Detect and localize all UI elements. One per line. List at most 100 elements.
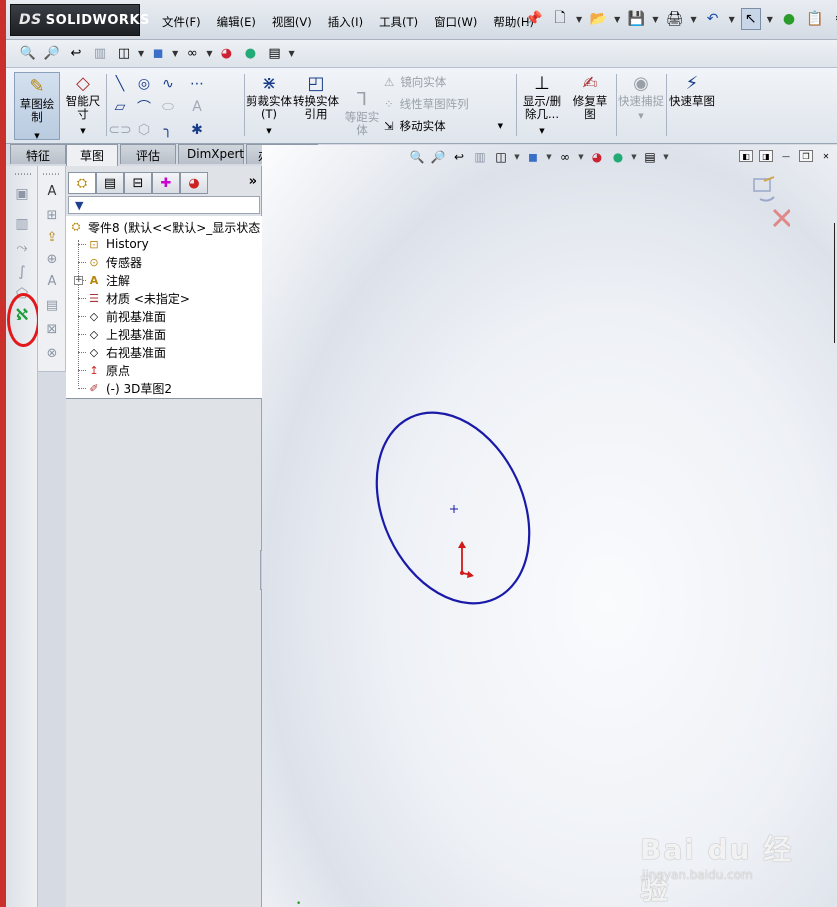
- tab-dimxpert[interactable]: DimXpert: [178, 144, 244, 164]
- linear-pattern-button[interactable]: ⁘ 线性草图阵列: [384, 96, 469, 112]
- chevron-down-icon[interactable]: ▼: [15, 130, 59, 143]
- tree-node-3d-sketch[interactable]: ✐ (-) 3D草图2: [86, 379, 172, 397]
- tree-node-annotations[interactable]: A 注解: [86, 271, 130, 289]
- property-manager-tab-icon[interactable]: ▤: [96, 172, 124, 194]
- curve-icon[interactable]: ∫: [12, 262, 32, 282]
- quick-snaps-button[interactable]: ◉ 快速捕捉 ▼: [618, 72, 664, 123]
- rebuild-block-icon[interactable]: A: [43, 272, 61, 290]
- point-icon[interactable]: ✱: [182, 118, 212, 141]
- move-entities-button[interactable]: ⇲ 移动实体 ▼: [384, 118, 503, 134]
- chevron-down-icon[interactable]: ▼: [288, 49, 294, 58]
- ellipse-icon[interactable]: ⬭: [156, 95, 180, 118]
- smart-dimension-button[interactable]: ◇ 智能尺寸 ▼: [64, 72, 102, 138]
- ellipse-center-point[interactable]: [450, 505, 458, 513]
- add-remove-icon[interactable]: ⊕: [43, 250, 61, 268]
- chevron-down-icon[interactable]: ▼: [64, 125, 102, 138]
- dimxpert-manager-tab-icon[interactable]: ✚: [152, 172, 180, 194]
- spline-icon[interactable]: ∿: [156, 72, 180, 95]
- file-properties-icon[interactable]: 📋: [805, 8, 825, 30]
- block-icon[interactable]: ⊞: [43, 206, 61, 224]
- tab-evaluate[interactable]: 评估: [120, 144, 176, 164]
- print-icon[interactable]: 🖨: [664, 8, 684, 30]
- chevron-down-icon[interactable]: ▼: [206, 49, 212, 58]
- edit-appearance-icon[interactable]: ◕: [216, 44, 236, 64]
- previous-view-icon[interactable]: ↩: [66, 44, 86, 64]
- chevron-down-icon[interactable]: ▼: [729, 15, 735, 24]
- circle-icon[interactable]: ◎: [132, 72, 156, 95]
- repair-sketch-button[interactable]: ✍ 修复草图: [568, 72, 612, 121]
- save-icon[interactable]: 💾: [626, 8, 646, 30]
- mirror-entities-button[interactable]: ⚠ 镜向实体: [384, 74, 446, 90]
- feature-manager-tab-icon[interactable]: ⛭: [68, 172, 96, 194]
- tree-root-part[interactable]: ⛭ 零件8 (默认<<默认>_显示状态: [68, 218, 261, 236]
- apply-scene-icon[interactable]: ●: [240, 44, 260, 64]
- menu-insert[interactable]: 插入(I): [320, 12, 371, 32]
- add-text-icon[interactable]: A: [43, 182, 61, 200]
- undo-icon[interactable]: ↶: [703, 8, 723, 30]
- chevron-down-icon[interactable]: ▼: [576, 15, 582, 24]
- chevron-down-icon[interactable]: ▼: [614, 15, 620, 24]
- insert-block-icon[interactable]: ⇪: [43, 228, 61, 246]
- sketch-ellipse[interactable]: [347, 388, 558, 628]
- display-manager-tab-icon[interactable]: ◕: [180, 172, 208, 194]
- tree-node-sensors[interactable]: ⊙ 传感器: [86, 253, 142, 271]
- rectangle-icon[interactable]: ▱: [108, 95, 132, 118]
- chevron-down-icon[interactable]: ▼: [138, 49, 144, 58]
- view-settings-icon[interactable]: ▤: [264, 44, 284, 64]
- menu-tools[interactable]: 工具(T): [371, 12, 426, 32]
- chevron-down-icon[interactable]: ▼: [518, 125, 566, 138]
- select-pointer-icon[interactable]: ↖: [740, 8, 761, 30]
- more-tabs-icon[interactable]: »: [249, 174, 257, 189]
- zoom-to-area-icon[interactable]: 🔎: [42, 44, 62, 64]
- sketch-button[interactable]: ✎ 草图绘制 ▼: [14, 72, 60, 140]
- tree-node-material[interactable]: ☰ 材质 <未指定>: [86, 289, 190, 307]
- convert-entities-button[interactable]: ◰ 转换实体引用: [292, 72, 340, 121]
- belt-chain-icon[interactable]: ⊗: [43, 344, 61, 362]
- line-icon[interactable]: ╲: [108, 72, 132, 95]
- fillet-icon[interactable]: ╮: [156, 118, 180, 141]
- centerpoint-arc-icon[interactable]: ⌒: [132, 95, 156, 118]
- menu-window[interactable]: 窗口(W): [426, 12, 485, 32]
- chevron-down-icon[interactable]: ▼: [652, 15, 658, 24]
- tab-features[interactable]: 特征: [10, 144, 66, 164]
- options-icon[interactable]: ⚙: [831, 8, 837, 30]
- display-delete-relations-button[interactable]: ⊥ 显示/删除几... ▼: [518, 72, 566, 138]
- sketch-toolbar-icon[interactable]: ▣: [12, 184, 32, 204]
- chevron-down-icon[interactable]: ▼: [690, 15, 696, 24]
- view-orientation-icon[interactable]: ◫: [114, 44, 134, 64]
- chevron-down-icon[interactable]: ▼: [246, 125, 292, 138]
- hide-show-items-icon[interactable]: ∞: [182, 44, 202, 64]
- pin-icon[interactable]: 📌: [524, 8, 544, 30]
- point-pattern-icon[interactable]: ⋯: [182, 72, 212, 95]
- tree-node-history[interactable]: ⊡ History: [86, 235, 148, 253]
- explode-block-icon[interactable]: ⊠: [43, 320, 61, 338]
- tree-node-top-plane[interactable]: ◇ 上视基准面: [86, 325, 166, 343]
- expand-toggle-icon[interactable]: +: [74, 276, 83, 285]
- graphics-area[interactable]: 🔍 🔎 ↩ ▥ ◫ ▼ ◼ ▼ ∞ ▼ ◕ ● ▼ ▤ ▼ ◧ ◨ — ❐ ✕: [262, 145, 837, 907]
- trim-entities-button[interactable]: ⋇ 剪裁实体(T) ▼: [246, 72, 292, 138]
- chevron-down-icon[interactable]: ▼: [498, 122, 503, 130]
- chevron-down-icon[interactable]: ▼: [172, 49, 178, 58]
- tree-filter[interactable]: ▼: [68, 196, 260, 214]
- grip-handle[interactable]: ⋯⋯: [42, 170, 60, 180]
- polygon-icon[interactable]: ⬡: [132, 118, 156, 141]
- text-icon[interactable]: A: [182, 95, 212, 118]
- offset-entities-button[interactable]: ⅂ 等距实体: [340, 88, 384, 137]
- section-view-icon[interactable]: ▥: [90, 44, 110, 64]
- tree-node-front-plane[interactable]: ◇ 前视基准面: [86, 307, 166, 325]
- display-style-icon[interactable]: ◼: [148, 44, 168, 64]
- zoom-to-fit-icon[interactable]: 🔍: [18, 44, 38, 64]
- menu-edit[interactable]: 编辑(E): [209, 12, 264, 32]
- tab-sketch[interactable]: 草图: [66, 144, 118, 166]
- save-block-icon[interactable]: ▤: [43, 296, 61, 314]
- chevron-down-icon[interactable]: ▼: [767, 15, 773, 24]
- menu-file[interactable]: 文件(F): [154, 12, 209, 32]
- path-icon[interactable]: ⤳: [12, 238, 32, 258]
- rebuild-traffic-light-icon[interactable]: ●: [779, 8, 799, 30]
- open-folder-icon[interactable]: 📂: [588, 8, 608, 30]
- grip-handle[interactable]: ⋯⋯: [14, 170, 32, 180]
- rapid-sketch-button[interactable]: ⚡ 快速草图: [668, 72, 716, 108]
- configuration-manager-tab-icon[interactable]: ⊟: [124, 172, 152, 194]
- layout-icon[interactable]: ▥: [12, 214, 32, 234]
- slot-icon[interactable]: ⊂⊃: [108, 118, 132, 141]
